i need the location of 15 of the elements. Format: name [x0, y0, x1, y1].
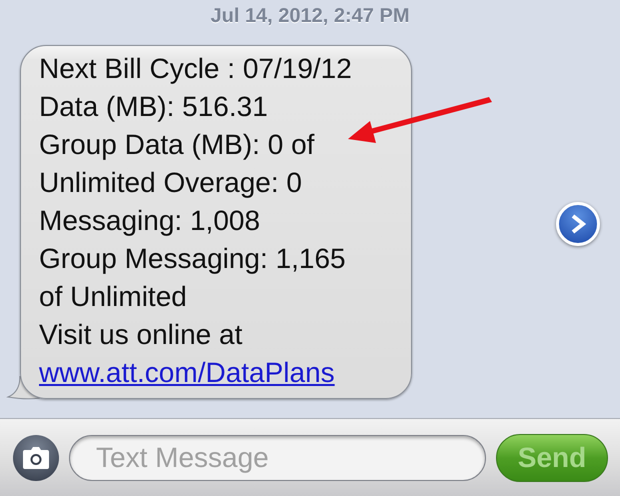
message-line: Next Bill Cycle : 07/19/12 [39, 52, 352, 86]
message-line: Unlimited Overage: 0 [39, 166, 302, 200]
message-line: Data (MB): 516.31 [39, 90, 268, 124]
detail-button[interactable] [556, 202, 600, 246]
timestamp: Jul 14, 2012, 2:47 PM [210, 5, 410, 29]
camera-icon [23, 446, 49, 468]
message-line: Messaging: 1,008 [39, 204, 260, 238]
message-line: Visit us online at [39, 318, 242, 352]
message-line: Group Data (MB): 0 of [39, 128, 314, 162]
chevron-icon [570, 214, 586, 234]
camera-button[interactable] [13, 434, 59, 480]
text-message-field[interactable]: Text Message [69, 434, 486, 480]
link[interactable]: www.att.com/DataPlans [39, 354, 335, 392]
message-line: Group Messaging: 1,165 [39, 242, 346, 276]
message-line: of Unlimited [39, 280, 187, 314]
